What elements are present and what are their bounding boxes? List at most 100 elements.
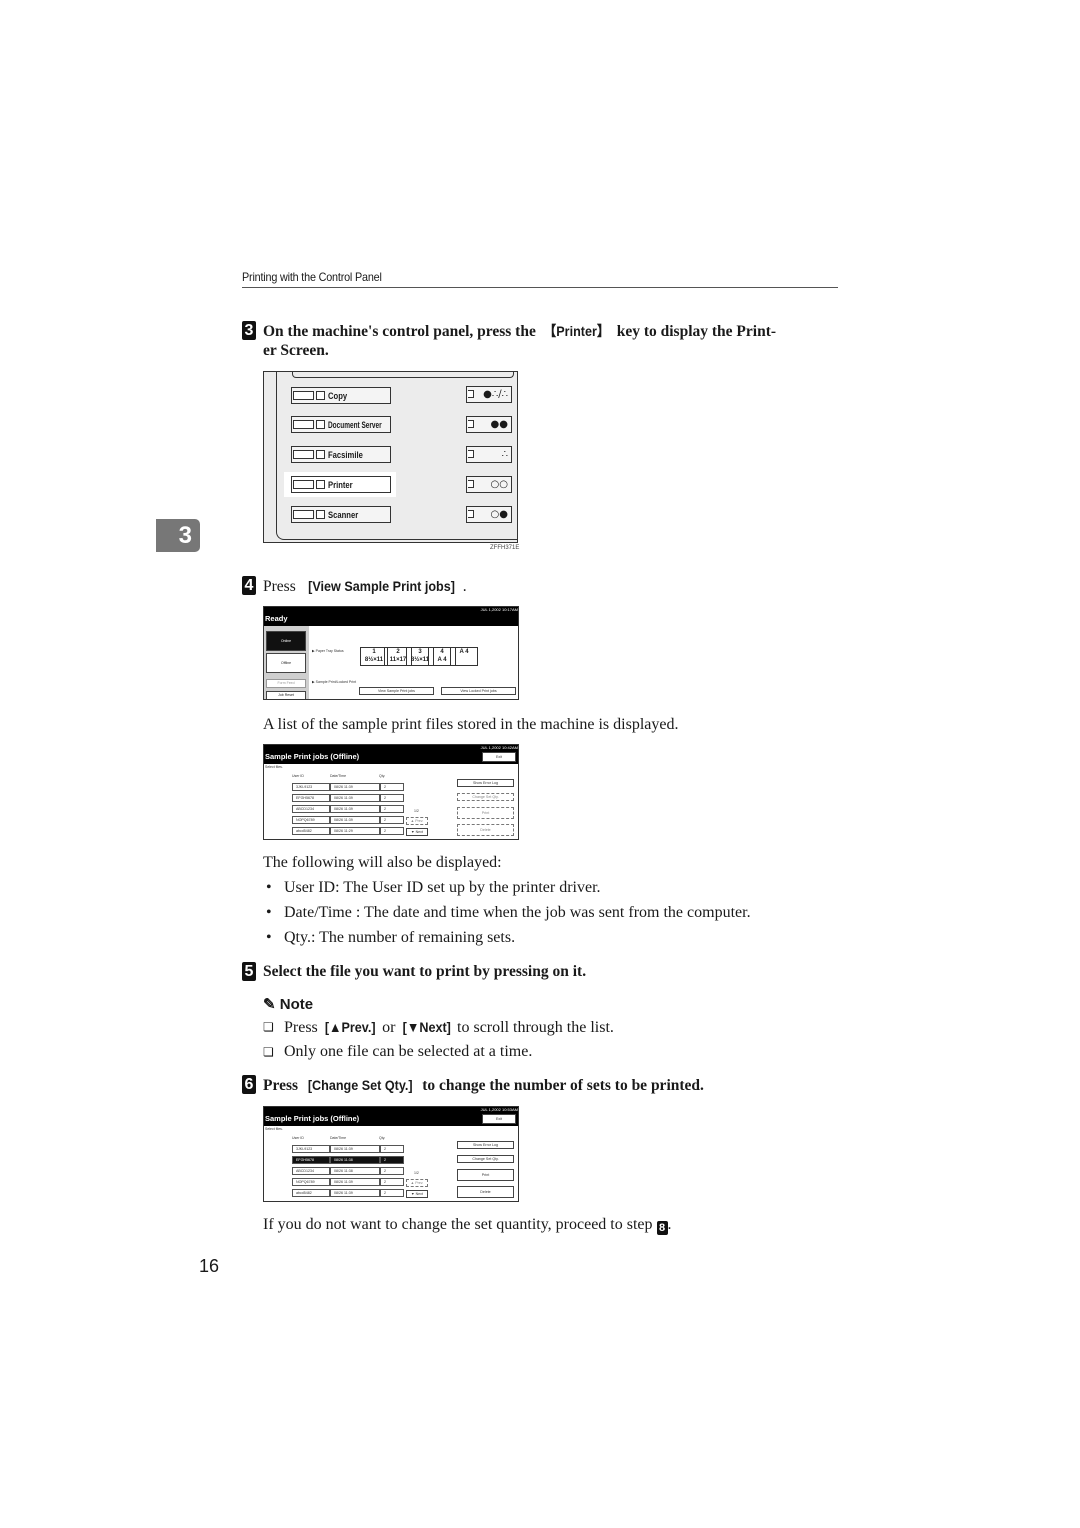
step-4: 4 Press [View Sample Print jobs].: [242, 576, 842, 596]
sample-print-jobs-screen: JUL 1,2002 10:42AM Sample Print jobs (Of…: [263, 744, 519, 840]
form-feed-button[interactable]: Form Feed: [266, 679, 306, 688]
exit-button[interactable]: Exit: [482, 752, 516, 762]
screen-title: Ready: [264, 612, 518, 626]
job-date-time: 08/26 11:29: [330, 827, 380, 835]
scanner-key[interactable]: Scanner: [291, 506, 391, 523]
paragraph-list-displayed: A list of the sample print files stored …: [263, 716, 679, 733]
printer-key-label: 【Printer】: [543, 323, 610, 339]
checkbox-icon: ❏: [263, 1045, 274, 1059]
prev-button[interactable]: ▲ Prev.: [406, 1179, 428, 1187]
scanner-status-indicator: ○●: [466, 506, 512, 523]
paragraph-proceed: If you do not want to change the set qua…: [263, 1216, 672, 1235]
online-button[interactable]: Online: [266, 631, 306, 651]
pencil-icon: ✎: [263, 996, 276, 1013]
printer-status-indicator: ○○: [466, 476, 512, 493]
prev-button[interactable]: ▲ Prev.: [406, 817, 428, 825]
step-number: 3: [242, 321, 256, 340]
column-date-time: Date/Time: [330, 774, 347, 778]
tray-bypass: A 4: [450, 647, 478, 666]
job-qty: 2: [380, 794, 404, 802]
job-date-time: 08/26 11:39: [330, 1178, 380, 1186]
next-button[interactable]: ▼ Next: [406, 828, 428, 836]
show-error-log-button[interactable]: Show Error Log: [457, 779, 514, 787]
job-user-id: ABCD1234: [292, 805, 330, 813]
column-user-id: User ID: [292, 1136, 304, 1140]
delete-button[interactable]: Delete: [457, 824, 514, 836]
toner-icon: ●●: [490, 419, 508, 430]
sample-locked-label: ▶ Sample Print/Locked Print: [312, 680, 357, 684]
page-indicator: 1/2: [414, 809, 419, 813]
paragraph-following: The following will also be displayed:: [263, 854, 502, 871]
job-date-time: 08/26 11:39: [330, 805, 380, 813]
toner-icon: ○●: [490, 509, 508, 520]
job-date-time: 08/26 11:39: [330, 794, 380, 802]
page-indicator: 1/2: [414, 1171, 419, 1175]
printer-key[interactable]: Printer: [291, 476, 391, 493]
view-locked-print-jobs-button[interactable]: View Locked Print jobs: [441, 687, 516, 695]
change-set-qty-button[interactable]: Change Set Qty.: [457, 1155, 514, 1163]
toner-icon: ●∴/∴: [483, 389, 508, 400]
step-text: Press [Change Set Qty.] to change the nu…: [263, 1077, 704, 1094]
job-date-time: 08/26 11:38: [330, 1167, 380, 1175]
job-qty: 2: [380, 827, 404, 835]
change-set-qty-label: [Change Set Qty.]: [307, 1077, 413, 1093]
job-user-id: abcd5482: [292, 1189, 330, 1197]
job-reset-button[interactable]: Job Reset: [266, 691, 306, 699]
figure-code: ZFFH371E: [490, 545, 520, 551]
job-date-time: 08/26 11:38: [330, 1156, 380, 1164]
step-text-line2: er Screen.: [263, 342, 329, 359]
screen-title: Sample Print jobs (Offline): [264, 1112, 518, 1126]
step-ref-badge[interactable]: 8: [656, 1221, 668, 1235]
copy-key[interactable]: Copy: [291, 387, 391, 404]
copy-status-indicator: ●∴/∴: [466, 386, 512, 403]
screen-title: Sample Print jobs (Offline): [264, 750, 518, 764]
job-qty: 2: [380, 1156, 404, 1164]
select-files-label: Select files.: [265, 1127, 283, 1131]
delete-button[interactable]: Delete: [457, 1186, 514, 1198]
exit-button[interactable]: Exit: [482, 1114, 516, 1124]
facsimile-status-indicator: ∴: [466, 446, 512, 463]
job-user-id: NOPQ6789: [292, 1178, 330, 1186]
paper-tray-status-label: ▶ Paper Tray Status: [312, 649, 344, 653]
print-button[interactable]: Print: [457, 1169, 514, 1181]
job-user-id: abcd5482: [292, 827, 330, 835]
step-number: 5: [242, 962, 256, 981]
note-heading: ✎ Note: [263, 996, 314, 1013]
next-button[interactable]: ▼ Next: [406, 1190, 428, 1198]
job-qty: 2: [380, 1145, 404, 1153]
toner-icon: ○○: [490, 479, 508, 490]
toner-icon: ∴: [501, 449, 508, 460]
job-date-time: 08/26 11:39: [330, 783, 380, 791]
show-error-log-button[interactable]: Show Error Log: [457, 1141, 514, 1149]
step-text: Select the file you want to print by pre…: [263, 963, 587, 980]
column-qty: Qty.: [379, 774, 386, 778]
job-qty: 2: [380, 783, 404, 791]
change-set-qty-button[interactable]: Change Set Qty.: [457, 793, 514, 801]
job-user-id: 3JKL9123: [292, 783, 330, 791]
select-files-label: Select files.: [265, 765, 283, 769]
document-server-key[interactable]: Document Server: [291, 416, 391, 433]
step-5: 5 Select the file you want to print by p…: [242, 962, 842, 982]
job-qty: 2: [380, 816, 404, 824]
step-3: 3 On the machine's control panel, press …: [242, 321, 842, 361]
job-qty: 2: [380, 805, 404, 813]
job-user-id: NOPQ6789: [292, 816, 330, 824]
view-sample-print-jobs-button[interactable]: View Sample Print jobs: [359, 687, 434, 695]
column-date-time: Date/Time: [330, 1136, 347, 1140]
view-sample-print-jobs-label: [View Sample Print jobs]: [307, 578, 455, 594]
ready-screen: JUL 1,2002 10:17AM Ready Online Offline …: [263, 606, 519, 700]
header-rule: [242, 287, 838, 288]
chapter-tab[interactable]: 3: [156, 519, 200, 552]
step-text: Press [View Sample Print jobs].: [263, 578, 467, 595]
page-number: 16: [199, 1256, 220, 1276]
step-6: 6 Press [Change Set Qty.] to change the …: [242, 1075, 842, 1095]
column-qty: Qty.: [379, 1136, 386, 1140]
job-date-time: 08/26 11:39: [330, 816, 380, 824]
job-user-id: ABCD1234: [292, 1167, 330, 1175]
sample-print-jobs-screen-selected: JUL 1,2002 10:53AM Sample Print jobs (Of…: [263, 1106, 519, 1202]
job-user-id: EFGH5678: [292, 794, 330, 802]
print-button[interactable]: Print: [457, 807, 514, 819]
facsimile-key[interactable]: Facsimile: [291, 446, 391, 463]
job-qty: 2: [380, 1189, 404, 1197]
offline-button[interactable]: Offline: [266, 653, 306, 673]
